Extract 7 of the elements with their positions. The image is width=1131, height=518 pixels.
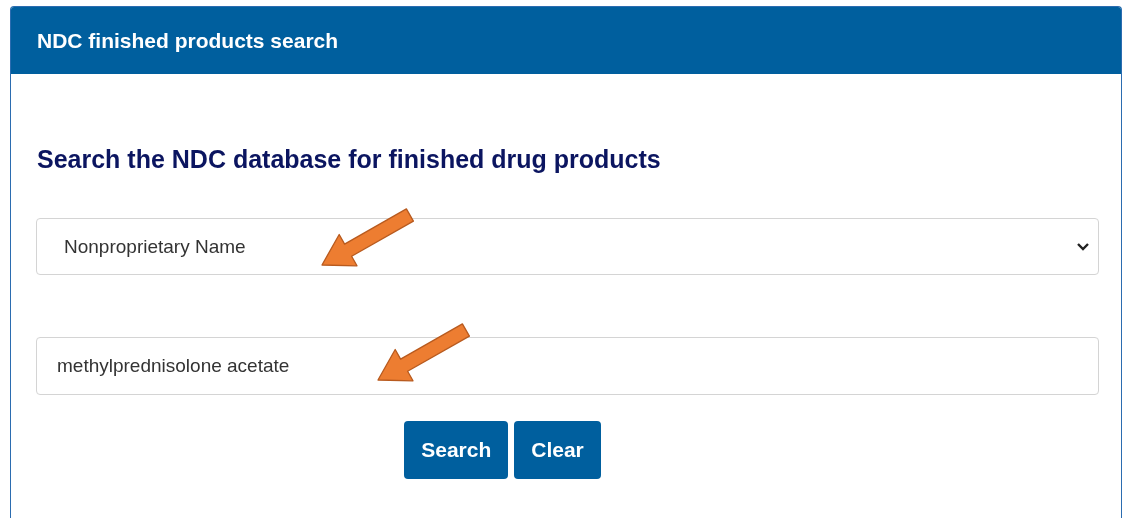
search-type-dropdown[interactable]: Nonproprietary Name	[36, 218, 1099, 275]
page-heading: Search the NDC database for finished drug products	[37, 144, 662, 175]
search-field[interactable]: methylprednisolone acetate	[36, 337, 1099, 395]
chevron-down-icon	[1076, 241, 1090, 252]
search-button[interactable]: Search	[404, 421, 509, 479]
panel-title: NDC finished products search	[37, 28, 339, 53]
clear-button[interactable]: Clear	[514, 421, 601, 479]
